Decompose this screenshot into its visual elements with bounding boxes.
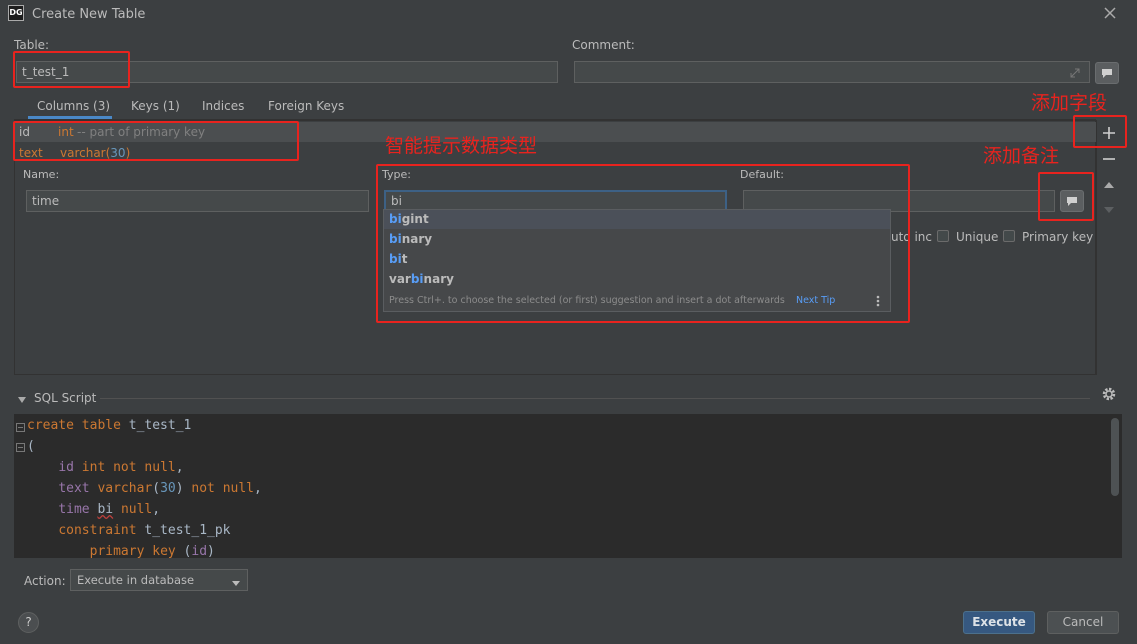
unique-label: Unique <box>956 230 999 244</box>
chevron-down-icon <box>231 576 241 590</box>
close-icon[interactable] <box>1101 4 1119 22</box>
move-down-icon[interactable] <box>1102 204 1116 216</box>
remove-column-icon[interactable] <box>1101 151 1117 167</box>
window-title: Create New Table <box>32 7 146 22</box>
action-select-value: Execute in database <box>77 573 195 587</box>
app-logo: DG <box>8 5 24 21</box>
comment-button[interactable] <box>1095 62 1119 84</box>
highlight-table-name <box>13 51 130 88</box>
help-button[interactable]: ? <box>18 612 39 633</box>
sql-collapse-icon[interactable] <box>17 394 27 404</box>
highlight-column-comment <box>1038 172 1094 221</box>
fold-marker-icon[interactable] <box>16 421 25 432</box>
sql-scrollbar[interactable] <box>1111 418 1119 496</box>
action-select[interactable]: Execute in database <box>70 569 248 591</box>
table-label: Table: <box>14 38 50 52</box>
cancel-button[interactable]: Cancel <box>1047 611 1119 634</box>
unique-checkbox[interactable] <box>937 230 949 242</box>
name-label: Name: <box>23 168 60 181</box>
highlight-add-column <box>1073 115 1127 148</box>
sql-line-7: primary key (id) <box>89 544 215 559</box>
tab-columns-active-indicator <box>28 116 112 119</box>
execute-button[interactable]: Execute <box>963 611 1035 634</box>
sql-script-label: SQL Script <box>34 391 97 405</box>
highlight-type-suggestions <box>376 164 910 323</box>
settings-gear-icon[interactable] <box>1101 386 1117 402</box>
annotation-smart-type: 智能提示数据类型 <box>385 135 538 157</box>
primary-key-checkbox[interactable] <box>1003 230 1015 242</box>
sql-line-4: text varchar(30) not null, <box>58 481 262 496</box>
sql-line-2: ( <box>27 439 35 454</box>
side-toolbar-divider <box>1096 120 1097 375</box>
fold-marker-icon[interactable] <box>16 441 25 452</box>
sql-section-divider <box>100 398 1090 399</box>
tab-keys[interactable]: Keys (1) <box>131 99 180 113</box>
sql-line-5: time bi null, <box>58 502 161 517</box>
comment-input[interactable] <box>574 61 1090 83</box>
column-name-input[interactable] <box>26 190 369 212</box>
tab-columns[interactable]: Columns (3) <box>37 99 110 113</box>
primary-key-label: Primary key <box>1022 230 1094 244</box>
action-label: Action: <box>24 574 66 588</box>
sql-line-6: constraint t_test_1_pk <box>58 523 231 538</box>
tab-indices[interactable]: Indices <box>202 99 244 113</box>
move-up-icon[interactable] <box>1102 179 1116 191</box>
annotation-add-comment: 添加备注 <box>983 145 1060 167</box>
annotation-add-field: 添加字段 <box>1031 92 1108 114</box>
tab-foreign-keys[interactable]: Foreign Keys <box>268 99 344 113</box>
comment-label: Comment: <box>572 38 635 52</box>
sql-line-3: id int not null, <box>58 460 184 475</box>
highlight-columns-list <box>13 121 299 161</box>
expand-icon[interactable] <box>1068 66 1082 80</box>
sql-line-1: create table t_test_1 <box>27 418 192 433</box>
